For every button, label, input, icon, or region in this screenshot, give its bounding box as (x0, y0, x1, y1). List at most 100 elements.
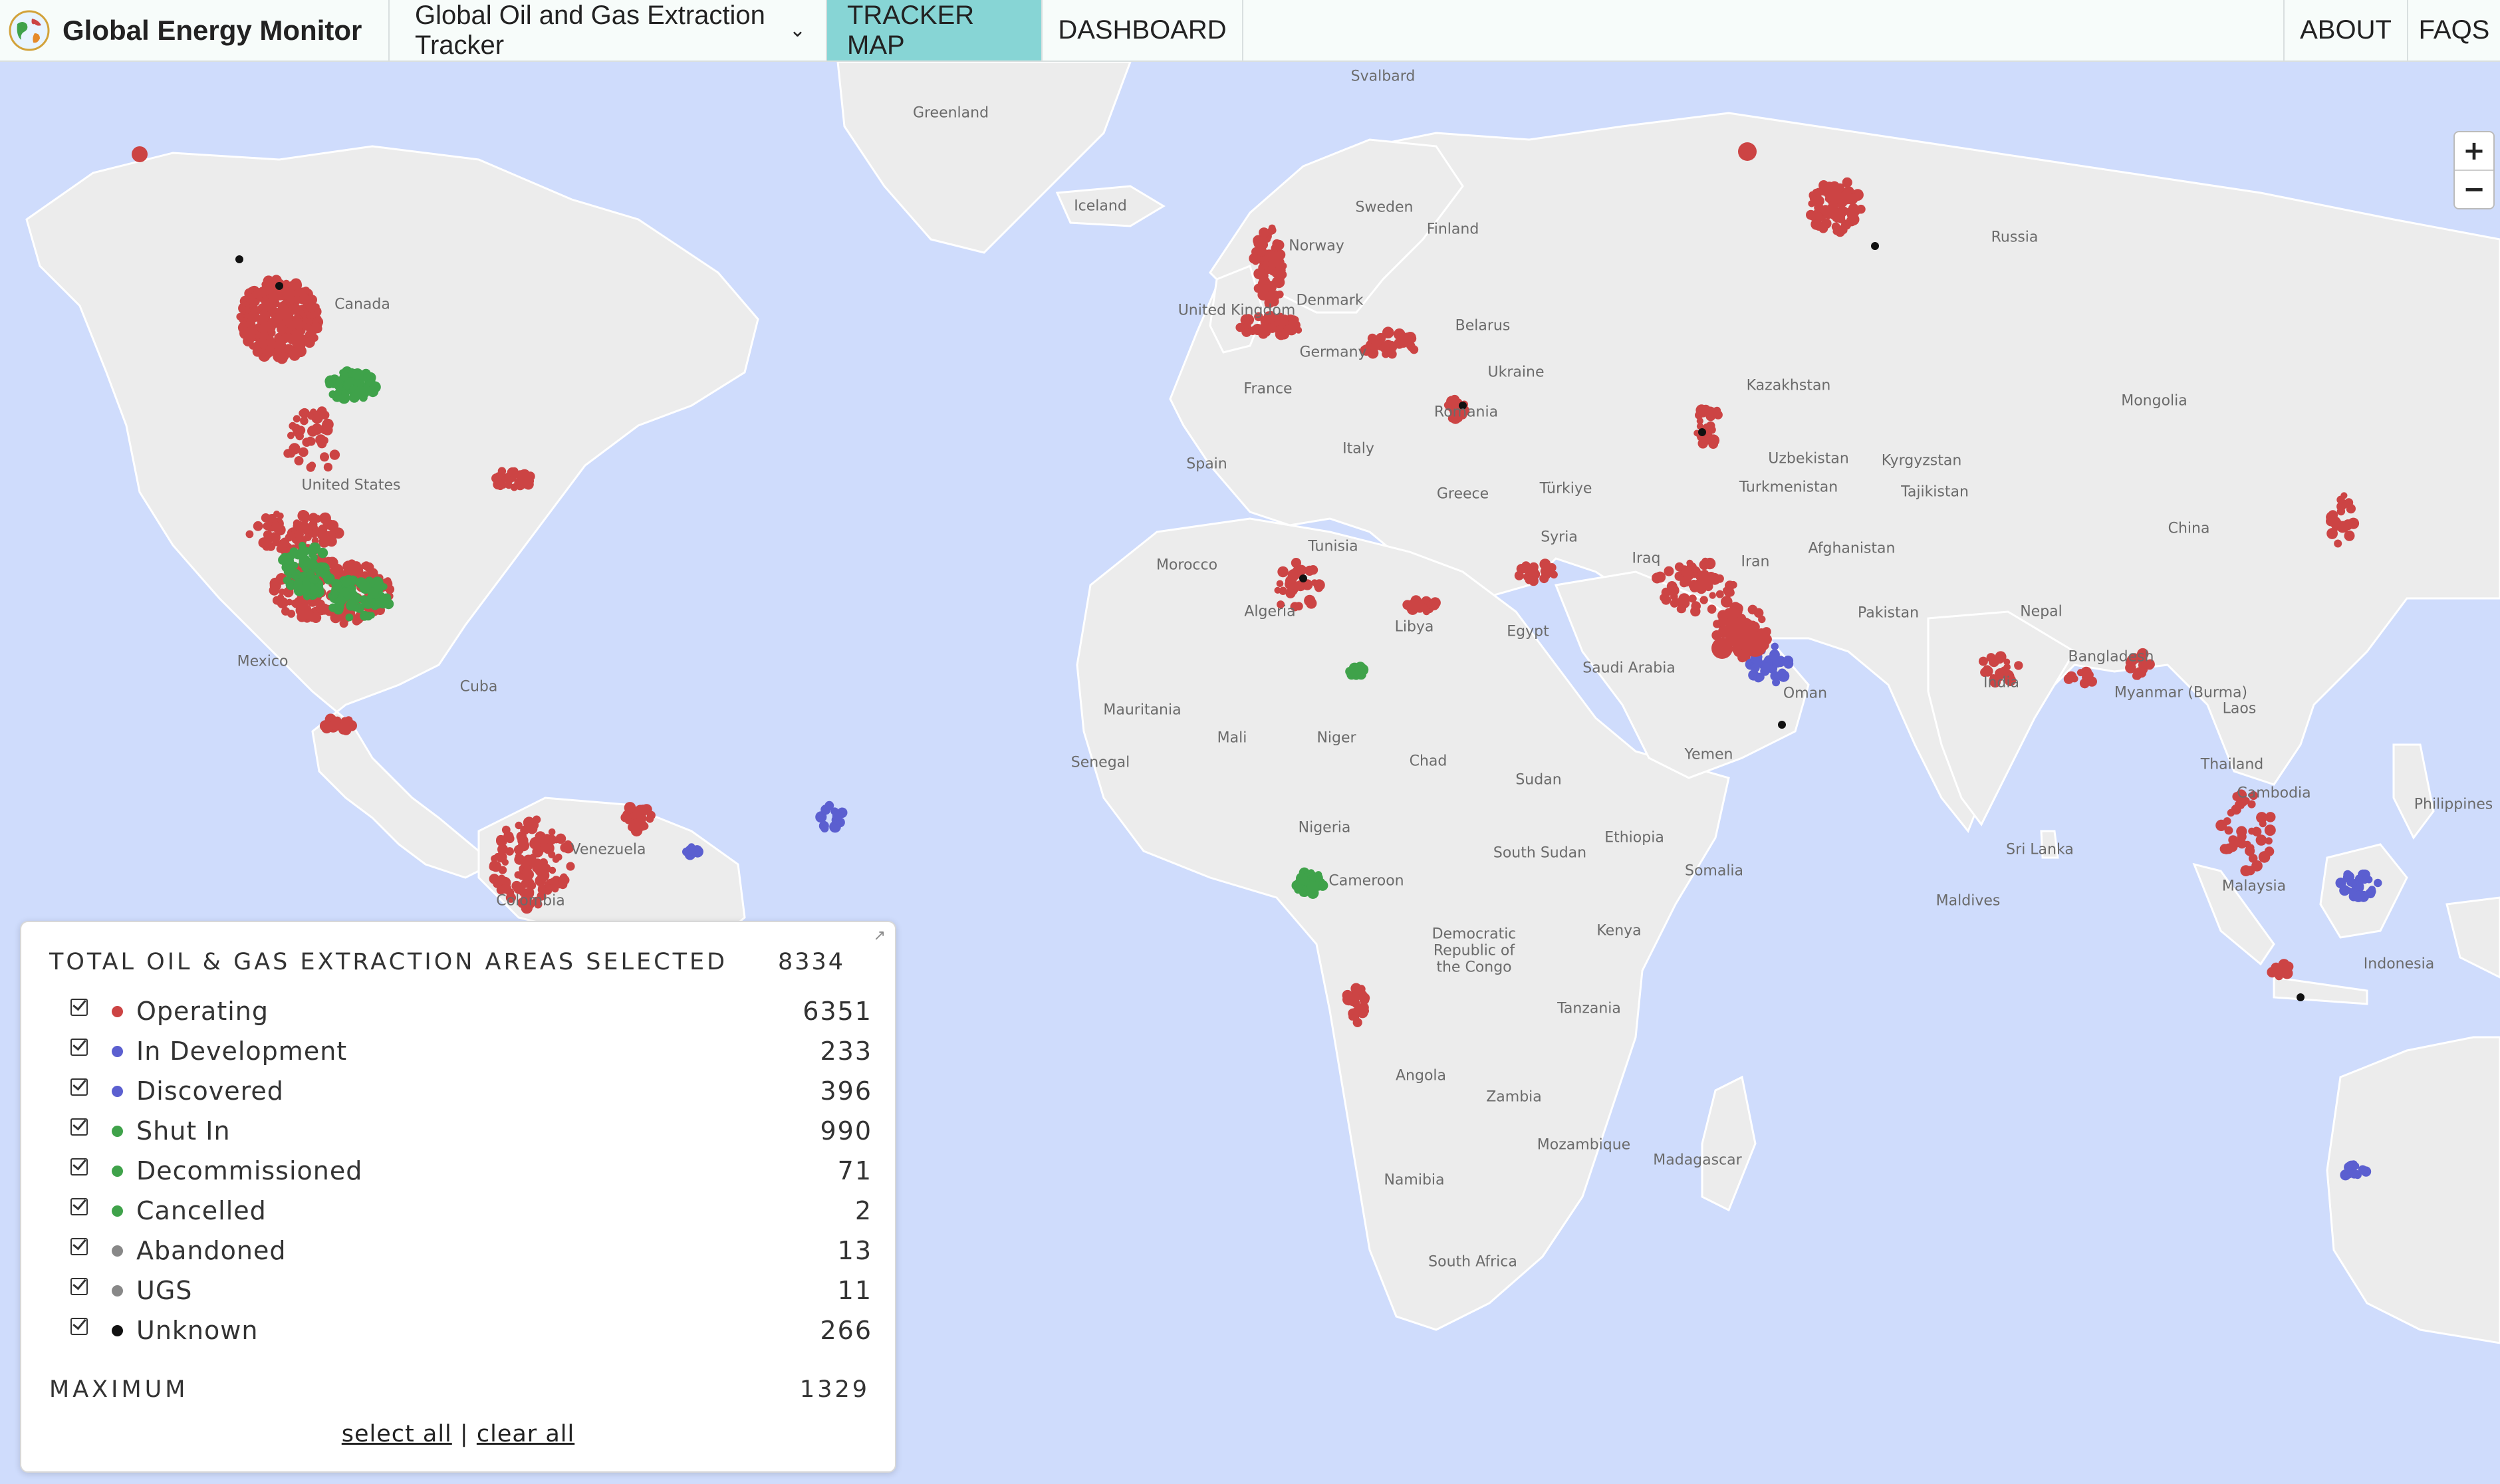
checkbox-icon[interactable] (70, 1278, 88, 1295)
extraction-site-marker (2000, 666, 2009, 675)
extraction-site-marker (1743, 633, 1767, 657)
extraction-site-marker (347, 584, 356, 593)
legend-item[interactable]: Decommissioned 71 (70, 1151, 872, 1191)
legend-item[interactable]: Abandoned 13 (70, 1231, 872, 1271)
extraction-site-marker (1430, 597, 1441, 608)
legend-item[interactable]: Shut In 990 (70, 1111, 872, 1151)
legend-item[interactable]: Unknown 266 (70, 1310, 872, 1350)
map-label: Egypt (1507, 623, 1549, 640)
extraction-site-marker (521, 858, 531, 868)
extraction-site-marker (509, 475, 517, 482)
extraction-site-marker (1707, 604, 1717, 614)
extraction-site-marker (555, 853, 562, 861)
extraction-site-marker (1661, 587, 1672, 598)
extraction-site-marker (2336, 501, 2346, 511)
extraction-site-marker (510, 483, 519, 491)
faqs-link[interactable]: FAQS (2408, 0, 2500, 61)
extraction-site-marker (318, 537, 330, 548)
legend-item-label: UGS (136, 1276, 193, 1305)
map-label: Greece (1436, 485, 1489, 503)
map-label: Italy (1342, 440, 1374, 457)
extraction-site-marker (259, 333, 266, 340)
checkbox-icon[interactable] (70, 1078, 88, 1096)
map-label: Ethiopia (1604, 829, 1664, 846)
extraction-site-marker (384, 577, 392, 584)
extraction-site-marker (1251, 325, 1260, 334)
about-link-label: ABOUT (2300, 15, 2392, 45)
extraction-site-marker (646, 814, 654, 823)
tracker-dropdown[interactable]: Global Oil and Gas Extraction Tracker ⌄ (390, 0, 827, 61)
legend-item[interactable]: Cancelled 2 (70, 1191, 872, 1231)
extraction-site-marker (511, 880, 522, 892)
extraction-site-marker (1274, 586, 1281, 594)
map-label: Venezuela (570, 841, 646, 858)
legend-item[interactable]: Operating 6351 (70, 991, 872, 1031)
tab-dashboard[interactable]: DASHBOARD (1043, 0, 1243, 61)
extraction-site-marker (1823, 187, 1834, 198)
extraction-site-marker (2343, 870, 2352, 879)
extraction-site-marker (1698, 428, 1706, 436)
maximum-value: 1329 (799, 1376, 870, 1403)
map-label: Cuba (459, 678, 498, 695)
extraction-site-marker (380, 583, 388, 590)
extraction-site-marker (305, 318, 312, 326)
checkbox-icon[interactable] (70, 1118, 88, 1136)
extraction-site-marker (285, 533, 294, 542)
extraction-site-marker (1709, 592, 1716, 599)
legend-item[interactable]: UGS 11 (70, 1271, 872, 1310)
select-all-link[interactable]: select all (342, 1421, 452, 1447)
extraction-site-marker (500, 844, 508, 852)
maximum-label: MAXIMUM (49, 1376, 189, 1403)
extraction-site-marker (265, 320, 274, 330)
extraction-site-marker (319, 512, 331, 525)
extraction-site-marker (1314, 583, 1323, 592)
extraction-site-marker (311, 529, 319, 538)
extraction-site-marker (299, 447, 309, 457)
extraction-site-marker (1314, 871, 1322, 878)
legend-item-count: 13 (837, 1236, 872, 1265)
extraction-site-marker (1276, 265, 1286, 275)
extraction-site-marker (546, 834, 557, 845)
checkbox-icon[interactable] (70, 1039, 88, 1056)
legend-item[interactable]: In Development 233 (70, 1031, 872, 1071)
extraction-site-marker (331, 579, 342, 590)
zoom-out-button[interactable]: − (2455, 170, 2493, 208)
extraction-site-marker (1814, 187, 1824, 197)
extraction-site-marker (289, 547, 299, 556)
legend-item[interactable]: Discovered 396 (70, 1071, 872, 1111)
extraction-site-marker (2224, 826, 2233, 835)
extraction-site-marker (1285, 588, 1296, 598)
resize-icon[interactable]: ↗ (874, 928, 886, 944)
checkbox-icon[interactable] (70, 1198, 88, 1215)
checkbox-icon[interactable] (70, 1158, 88, 1175)
extraction-site-marker (2344, 530, 2355, 541)
status-dot-icon (112, 1205, 123, 1217)
map-label: Maldives (1936, 892, 2001, 910)
about-link[interactable]: ABOUT (2283, 0, 2408, 61)
extraction-site-marker (266, 338, 275, 346)
map-label: Denmark (1296, 292, 1364, 309)
extraction-site-marker (304, 533, 312, 541)
extraction-site-marker (339, 371, 349, 381)
legend-item-label: Decommissioned (136, 1156, 363, 1185)
extraction-site-marker (2222, 846, 2231, 854)
extraction-site-marker (329, 449, 340, 460)
legend-item-count: 396 (820, 1076, 872, 1106)
extraction-site-marker (1701, 404, 1711, 415)
zoom-in-button[interactable]: + (2455, 132, 2493, 170)
extraction-site-marker (236, 312, 244, 320)
map-label: Thailand (2200, 756, 2264, 773)
tab-tracker-map[interactable]: TRACKER MAP (827, 0, 1043, 61)
extraction-site-marker (334, 382, 343, 390)
checkbox-icon[interactable] (70, 1318, 88, 1335)
brand[interactable]: Global Energy Monitor (0, 0, 390, 61)
faqs-link-label: FAQS (2418, 15, 2490, 45)
map-label: South Africa (1428, 1253, 1517, 1271)
checkbox-icon[interactable] (70, 999, 88, 1016)
checkbox-icon[interactable] (70, 1238, 88, 1255)
map-label: China (2168, 520, 2210, 537)
extraction-site-marker (1783, 656, 1794, 666)
extraction-site-marker (352, 368, 364, 380)
extraction-site-marker (2278, 959, 2290, 971)
clear-all-link[interactable]: clear all (477, 1421, 574, 1447)
